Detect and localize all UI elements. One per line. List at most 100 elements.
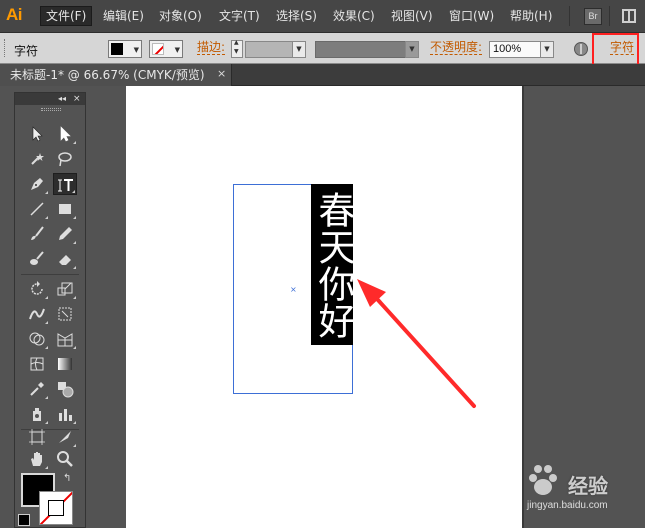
slice-tool[interactable] bbox=[53, 426, 77, 448]
chevron-down-icon: ▼ bbox=[133, 46, 139, 54]
stroke-weight-field[interactable] bbox=[245, 41, 293, 58]
vertical-text-selected[interactable]: 春天你好 bbox=[311, 184, 355, 345]
blob-brush-tool[interactable] bbox=[25, 248, 49, 270]
line-segment-tool[interactable] bbox=[25, 198, 49, 220]
column-graph-icon bbox=[59, 409, 72, 421]
pencil-tool[interactable] bbox=[53, 223, 77, 245]
menu-select[interactable]: 选择(S) bbox=[276, 9, 317, 23]
lasso-tool[interactable] bbox=[53, 148, 77, 170]
menu-divider bbox=[569, 6, 570, 26]
mesh-tool[interactable] bbox=[25, 353, 49, 375]
menu-edit[interactable]: 编辑(E) bbox=[103, 9, 144, 23]
stroke-inner-square bbox=[48, 500, 64, 516]
document-tab[interactable]: 未标题-1* @ 66.67% (CMYK/预览) × bbox=[0, 64, 232, 86]
chevron-down-icon: ▼ bbox=[174, 46, 180, 54]
paintbrush-icon bbox=[31, 226, 44, 240]
swap-fill-stroke-icon[interactable]: ↰ bbox=[63, 473, 71, 484]
document-tab-title: 未标题-1* @ 66.67% (CMYK/预览) bbox=[10, 68, 205, 82]
stroke-weight-stepper[interactable] bbox=[231, 39, 243, 58]
menu-window[interactable]: 窗口(W) bbox=[449, 9, 494, 23]
stroke-profile-dropdown[interactable] bbox=[315, 41, 419, 58]
width-tool[interactable] bbox=[25, 303, 49, 325]
watermark-url: jingyan.baidu.com bbox=[527, 500, 608, 511]
shape-builder-icon bbox=[29, 332, 45, 346]
direct-selection-tool[interactable] bbox=[53, 123, 77, 145]
vertical-type-tool[interactable] bbox=[53, 173, 77, 195]
workspace-layout-icon[interactable] bbox=[622, 9, 636, 23]
perspective-grid-tool[interactable] bbox=[53, 328, 77, 350]
eraser-tool[interactable] bbox=[53, 248, 77, 270]
menu-divider bbox=[609, 6, 610, 26]
menu-help[interactable]: 帮助(H) bbox=[510, 9, 552, 23]
stroke-profile-arrow[interactable]: ▼ bbox=[405, 41, 419, 58]
free-transform-tool[interactable] bbox=[53, 303, 77, 325]
menu-file[interactable]: 文件(F) bbox=[40, 6, 93, 26]
app-logo: Ai bbox=[6, 5, 23, 24]
stroke-weight-dropdown[interactable]: ▼ bbox=[292, 41, 306, 58]
pen-nib-icon bbox=[31, 178, 43, 190]
gradient-tool[interactable] bbox=[53, 353, 77, 375]
column-graph-tool[interactable] bbox=[53, 403, 77, 425]
free-transform-icon bbox=[58, 307, 72, 321]
recolor-icon[interactable] bbox=[574, 42, 588, 56]
hand-tool[interactable] bbox=[25, 448, 49, 470]
bridge-button[interactable]: Br bbox=[584, 8, 602, 25]
magnifier-icon bbox=[57, 451, 73, 467]
opacity-input[interactable]: 100% bbox=[489, 41, 541, 58]
document-tab-bar: 未标题-1* @ 66.67% (CMYK/预览) × bbox=[0, 64, 645, 86]
stroke-color-swatch[interactable] bbox=[39, 491, 73, 525]
direct-selection-arrow-icon bbox=[60, 126, 71, 142]
close-icon[interactable]: × bbox=[73, 93, 81, 105]
collapse-icon[interactable]: ◂◂ bbox=[58, 93, 66, 105]
rectangle-icon bbox=[59, 204, 71, 214]
control-bar: 字符 ▼ ▼ 描边: ▼ ▼ 不透明度: 100% ▼ 字符 bbox=[0, 33, 645, 64]
stroke-color-dropdown[interactable]: ▼ bbox=[149, 40, 183, 58]
tools-panel-header[interactable]: ◂◂ × bbox=[15, 93, 85, 105]
blend-tool[interactable] bbox=[53, 378, 77, 400]
pencil-icon bbox=[59, 227, 72, 240]
slice-knife-icon bbox=[59, 431, 71, 443]
frame-center-point: × bbox=[290, 285, 297, 294]
watermark-text: 经验 bbox=[568, 474, 608, 498]
eyedropper-tool[interactable] bbox=[25, 378, 49, 400]
blend-icon bbox=[58, 382, 74, 398]
eyedropper-icon bbox=[30, 382, 44, 396]
menu-effect[interactable]: 效果(C) bbox=[333, 9, 375, 23]
panel-grip[interactable] bbox=[41, 108, 61, 111]
scale-icon bbox=[57, 282, 73, 296]
opacity-dropdown[interactable]: ▼ bbox=[540, 41, 554, 58]
selection-tool[interactable] bbox=[25, 123, 49, 145]
stroke-none-swatch bbox=[152, 43, 164, 55]
paintbrush-tool[interactable] bbox=[25, 223, 49, 245]
eraser-icon bbox=[59, 255, 71, 265]
scale-tool[interactable] bbox=[53, 278, 77, 300]
menu-type[interactable]: 文字(T) bbox=[219, 9, 260, 23]
zoom-tool[interactable] bbox=[53, 448, 77, 470]
symbol-sprayer-tool[interactable] bbox=[25, 403, 49, 425]
symbol-sprayer-icon bbox=[33, 408, 41, 421]
shape-builder-tool[interactable] bbox=[25, 328, 49, 350]
artboard-tool[interactable] bbox=[25, 426, 49, 448]
pen-tool[interactable] bbox=[25, 173, 49, 195]
gradient-icon bbox=[58, 358, 72, 370]
perspective-grid-icon bbox=[57, 333, 73, 347]
hand-icon bbox=[31, 452, 42, 466]
baidu-paw-icon bbox=[529, 465, 557, 495]
line-icon bbox=[30, 202, 44, 216]
rectangle-tool[interactable] bbox=[53, 198, 77, 220]
rotate-icon bbox=[31, 281, 43, 295]
rotate-tool[interactable] bbox=[25, 278, 49, 300]
control-bar-grip[interactable] bbox=[4, 39, 7, 57]
blob-brush-icon bbox=[30, 251, 44, 265]
menu-object[interactable]: 对象(O) bbox=[159, 9, 202, 23]
menu-view[interactable]: 视图(V) bbox=[391, 9, 433, 23]
panel-type-label: 字符 bbox=[14, 44, 39, 58]
tools-panel: ◂◂ × ↰ bbox=[14, 92, 86, 528]
default-fill-stroke-icon[interactable] bbox=[18, 514, 30, 526]
magic-wand-tool[interactable] bbox=[25, 148, 49, 170]
stroke-link[interactable]: 描边: bbox=[197, 41, 226, 55]
fill-color-dropdown[interactable]: ▼ bbox=[108, 40, 142, 58]
opacity-link[interactable]: 不透明度: bbox=[430, 41, 483, 55]
lasso-icon bbox=[58, 152, 72, 167]
close-icon[interactable]: × bbox=[217, 68, 226, 80]
